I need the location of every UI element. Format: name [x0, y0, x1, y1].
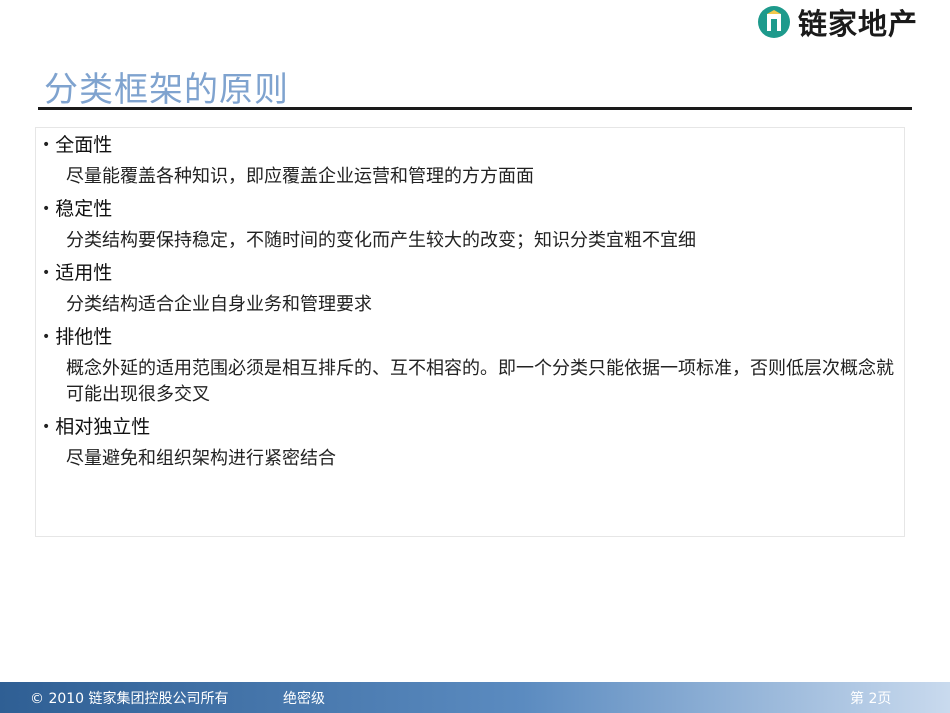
bullet-icon: • [42, 201, 51, 217]
item-description: 尽量避免和组织架构进行紧密结合 [66, 448, 336, 469]
list-item: • 排他性 概念外延的适用范围必须是相互排斥的、互不相容的。即一个分类只能依据一… [42, 323, 902, 408]
company-logo: 链家地产 [758, 4, 919, 41]
item-heading-text: 排他性 [55, 326, 113, 348]
slide-title: 分类框架的原则 [44, 70, 289, 110]
list-item: • 相对独立性 尽量避免和组织架构进行紧密结合 [42, 413, 902, 472]
bullet-icon: • [42, 329, 51, 345]
footer-bar: © 2010 链家集团控股公司所有 绝密级 第 2页 [0, 682, 950, 713]
list-item: • 稳定性 分类结构要保持稳定，不随时间的变化而产生较大的改变；知识分类宜粗不宜… [42, 195, 902, 254]
item-heading: • 稳定性 [42, 195, 902, 223]
list-item: • 全面性 尽量能覆盖各种知识，即应覆盖企业运营和管理的方方面面 [42, 131, 902, 190]
page-number: 第 2页 [850, 691, 892, 707]
logo-mark-icon [758, 6, 790, 38]
bullet-icon: • [42, 137, 51, 153]
item-description: 尽量能覆盖各种知识，即应覆盖企业运营和管理的方方面面 [66, 166, 534, 187]
list-item: • 适用性 分类结构适合企业自身业务和管理要求 [42, 259, 902, 318]
copyright-text: © 2010 链家集团控股公司所有 [30, 691, 229, 707]
title-divider [38, 107, 912, 110]
bullet-icon: • [42, 419, 51, 435]
item-description: 概念外延的适用范围必须是相互排斥的、互不相容的。即一个分类只能依据一项标准，否则… [66, 358, 894, 405]
item-description: 分类结构要保持稳定，不随时间的变化而产生较大的改变；知识分类宜粗不宜细 [66, 230, 696, 251]
item-heading: • 相对独立性 [42, 413, 902, 441]
item-heading: • 全面性 [42, 131, 902, 159]
item-heading-text: 稳定性 [55, 198, 113, 220]
item-heading-text: 全面性 [55, 134, 113, 156]
item-heading-text: 相对独立性 [55, 416, 151, 438]
logo-text: 链家地产 [798, 7, 919, 41]
confidentiality-label: 绝密级 [283, 691, 325, 707]
bullet-icon: • [42, 265, 51, 281]
principles-list: • 全面性 尽量能覆盖各种知识，即应覆盖企业运营和管理的方方面面 • 稳定性 分… [42, 131, 902, 477]
item-description: 分类结构适合企业自身业务和管理要求 [66, 294, 372, 315]
item-heading: • 适用性 [42, 259, 902, 287]
item-heading: • 排他性 [42, 323, 902, 351]
item-heading-text: 适用性 [55, 262, 113, 284]
